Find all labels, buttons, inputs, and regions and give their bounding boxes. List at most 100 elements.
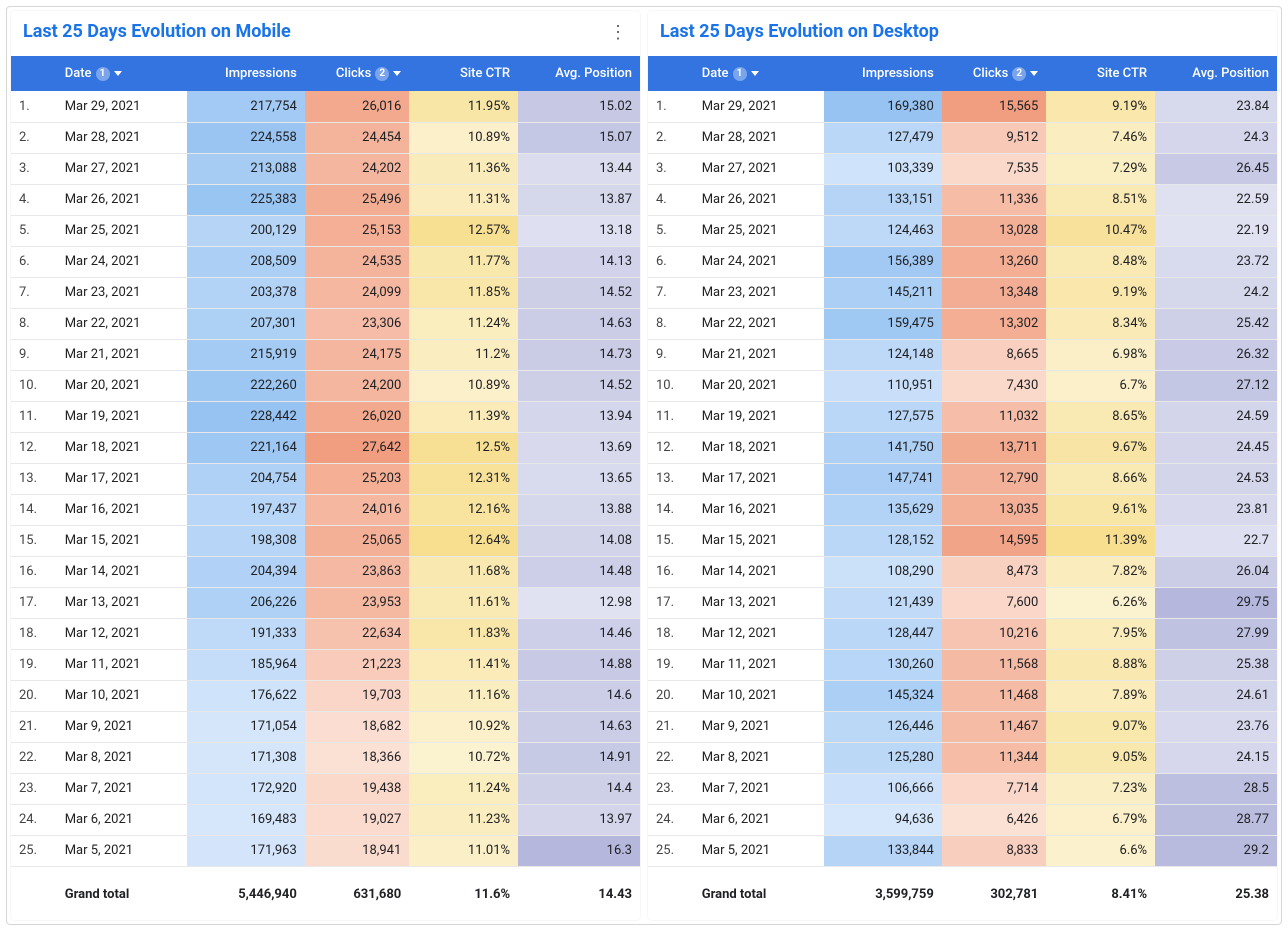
table-row[interactable]: 11.Mar 19, 2021127,57511,0328.65%24.59 <box>648 401 1277 432</box>
table-row[interactable]: 4.Mar 26, 2021133,15111,3368.51%22.59 <box>648 184 1277 215</box>
table-row[interactable]: 5.Mar 25, 2021124,46313,02810.47%22.19 <box>648 215 1277 246</box>
table-row[interactable]: 13.Mar 17, 2021147,74112,7908.66%24.53 <box>648 463 1277 494</box>
table-row[interactable]: 20.Mar 10, 2021145,32411,4687.89%24.61 <box>648 680 1277 711</box>
table-row[interactable]: 18.Mar 12, 2021191,33322,63411.83%14.46 <box>11 618 640 649</box>
row-index: 3. <box>648 153 694 184</box>
mobile-table-foot: Grand total 5,446,940 631,680 11.6% 14.4… <box>11 866 640 920</box>
table-row[interactable]: 22.Mar 8, 2021125,28011,3449.05%24.15 <box>648 742 1277 773</box>
col-clicks-header[interactable]: Clicks 2 <box>305 56 409 91</box>
table-row[interactable]: 5.Mar 25, 2021200,12925,15312.57%13.18 <box>11 215 640 246</box>
table-row[interactable]: 20.Mar 10, 2021176,62219,70311.16%14.6 <box>11 680 640 711</box>
row-index: 22. <box>648 742 694 773</box>
table-row[interactable]: 14.Mar 16, 2021197,43724,01612.16%13.88 <box>11 494 640 525</box>
row-ctr: 11.24% <box>409 773 518 804</box>
row-index: 19. <box>11 649 57 680</box>
row-date: Mar 11, 2021 <box>57 649 188 680</box>
mobile-card: Last 25 Days Evolution on Mobile ⋮ Date … <box>11 11 640 920</box>
table-row[interactable]: 2.Mar 28, 2021127,4799,5127.46%24.3 <box>648 122 1277 153</box>
row-index: 12. <box>11 432 57 463</box>
col-clicks-header[interactable]: Clicks 2 <box>942 56 1046 91</box>
row-impr: 198,308 <box>187 525 305 556</box>
table-row[interactable]: 10.Mar 20, 2021110,9517,4306.7%27.12 <box>648 370 1277 401</box>
row-clicks: 18,941 <box>305 835 409 866</box>
row-date: Mar 23, 2021 <box>694 277 825 308</box>
table-row[interactable]: 15.Mar 15, 2021198,30825,06512.64%14.08 <box>11 525 640 556</box>
table-row[interactable]: 2.Mar 28, 2021224,55824,45410.89%15.07 <box>11 122 640 153</box>
row-clicks: 19,027 <box>305 804 409 835</box>
table-row[interactable]: 11.Mar 19, 2021228,44226,02011.39%13.94 <box>11 401 640 432</box>
table-row[interactable]: 21.Mar 9, 2021171,05418,68210.92%14.63 <box>11 711 640 742</box>
table-row[interactable]: 8.Mar 22, 2021159,47513,3028.34%25.42 <box>648 308 1277 339</box>
row-date: Mar 27, 2021 <box>694 153 825 184</box>
row-impr: 224,558 <box>187 122 305 153</box>
table-row[interactable]: 25.Mar 5, 2021133,8448,8336.6%29.2 <box>648 835 1277 866</box>
col-index-header[interactable] <box>11 56 57 91</box>
table-row[interactable]: 14.Mar 16, 2021135,62913,0359.61%23.81 <box>648 494 1277 525</box>
row-clicks: 13,035 <box>942 494 1046 525</box>
row-date: Mar 17, 2021 <box>57 463 188 494</box>
table-row[interactable]: 1.Mar 29, 2021169,38015,5659.19%23.84 <box>648 91 1277 122</box>
col-index-header[interactable] <box>648 56 694 91</box>
col-date-header[interactable]: Date 1 <box>694 56 825 91</box>
row-index: 21. <box>11 711 57 742</box>
row-clicks: 6,426 <box>942 804 1046 835</box>
table-row[interactable]: 4.Mar 26, 2021225,38325,49611.31%13.87 <box>11 184 640 215</box>
table-row[interactable]: 6.Mar 24, 2021208,50924,53511.77%14.13 <box>11 246 640 277</box>
row-ctr: 7.23% <box>1046 773 1155 804</box>
row-impr: 127,575 <box>824 401 942 432</box>
table-row[interactable]: 7.Mar 23, 2021145,21113,3489.19%24.2 <box>648 277 1277 308</box>
col-impressions-header[interactable]: Impressions <box>824 56 942 91</box>
row-date: Mar 21, 2021 <box>57 339 188 370</box>
total-impressions: 3,599,759 <box>824 866 942 920</box>
table-row[interactable]: 25.Mar 5, 2021171,96318,94111.01%16.3 <box>11 835 640 866</box>
row-pos: 23.76 <box>1155 711 1277 742</box>
table-row[interactable]: 24.Mar 6, 2021169,48319,02711.23%13.97 <box>11 804 640 835</box>
row-impr: 191,333 <box>187 618 305 649</box>
row-index: 23. <box>11 773 57 804</box>
table-row[interactable]: 10.Mar 20, 2021222,26024,20010.89%14.52 <box>11 370 640 401</box>
table-row[interactable]: 8.Mar 22, 2021207,30123,30611.24%14.63 <box>11 308 640 339</box>
col-ctr-header[interactable]: Site CTR <box>409 56 518 91</box>
table-row[interactable]: 9.Mar 21, 2021124,1488,6656.98%26.32 <box>648 339 1277 370</box>
table-row[interactable]: 23.Mar 7, 2021106,6667,7147.23%28.5 <box>648 773 1277 804</box>
table-row[interactable]: 16.Mar 14, 2021108,2908,4737.82%26.04 <box>648 556 1277 587</box>
col-position-header[interactable]: Avg. Position <box>1155 56 1277 91</box>
table-row[interactable]: 19.Mar 11, 2021130,26011,5688.88%25.38 <box>648 649 1277 680</box>
col-impressions-header[interactable]: Impressions <box>187 56 305 91</box>
info-icon: 2 <box>375 67 389 81</box>
table-row[interactable]: 22.Mar 8, 2021171,30818,36610.72%14.91 <box>11 742 640 773</box>
desktop-table: Date 1 Impressions Clicks 2 Site CTR <box>648 56 1277 920</box>
more-options-button[interactable]: ⋮ <box>606 21 630 45</box>
table-row[interactable]: 16.Mar 14, 2021204,39423,86311.68%14.48 <box>11 556 640 587</box>
row-clicks: 24,099 <box>305 277 409 308</box>
col-position-header[interactable]: Avg. Position <box>518 56 640 91</box>
col-ctr-header[interactable]: Site CTR <box>1046 56 1155 91</box>
table-row[interactable]: 13.Mar 17, 2021204,75425,20312.31%13.65 <box>11 463 640 494</box>
table-row[interactable]: 18.Mar 12, 2021128,44710,2167.95%27.99 <box>648 618 1277 649</box>
row-index: 25. <box>11 835 57 866</box>
table-row[interactable]: 23.Mar 7, 2021172,92019,43811.24%14.4 <box>11 773 640 804</box>
info-icon: 1 <box>96 67 110 81</box>
table-row[interactable]: 12.Mar 18, 2021221,16427,64212.5%13.69 <box>11 432 640 463</box>
table-row[interactable]: 17.Mar 13, 2021206,22623,95311.61%12.98 <box>11 587 640 618</box>
table-row[interactable]: 19.Mar 11, 2021185,96421,22311.41%14.88 <box>11 649 640 680</box>
row-ctr: 8.34% <box>1046 308 1155 339</box>
table-row[interactable]: 12.Mar 18, 2021141,75013,7119.67%24.45 <box>648 432 1277 463</box>
col-date-header[interactable]: Date 1 <box>57 56 188 91</box>
table-row[interactable]: 6.Mar 24, 2021156,38913,2608.48%23.72 <box>648 246 1277 277</box>
row-date: Mar 9, 2021 <box>57 711 188 742</box>
table-row[interactable]: 1.Mar 29, 2021217,75426,01611.95%15.02 <box>11 91 640 122</box>
table-row[interactable]: 15.Mar 15, 2021128,15214,59511.39%22.7 <box>648 525 1277 556</box>
table-row[interactable]: 9.Mar 21, 2021215,91924,17511.2%14.73 <box>11 339 640 370</box>
row-clicks: 25,153 <box>305 215 409 246</box>
row-pos: 25.42 <box>1155 308 1277 339</box>
table-row[interactable]: 24.Mar 6, 202194,6366,4266.79%28.77 <box>648 804 1277 835</box>
table-row[interactable]: 3.Mar 27, 2021213,08824,20211.36%13.44 <box>11 153 640 184</box>
table-row[interactable]: 7.Mar 23, 2021203,37824,09911.85%14.52 <box>11 277 640 308</box>
table-row[interactable]: 3.Mar 27, 2021103,3397,5357.29%26.45 <box>648 153 1277 184</box>
row-index: 4. <box>648 184 694 215</box>
row-ctr: 9.61% <box>1046 494 1155 525</box>
row-date: Mar 7, 2021 <box>694 773 825 804</box>
table-row[interactable]: 21.Mar 9, 2021126,44611,4679.07%23.76 <box>648 711 1277 742</box>
table-row[interactable]: 17.Mar 13, 2021121,4397,6006.26%29.75 <box>648 587 1277 618</box>
